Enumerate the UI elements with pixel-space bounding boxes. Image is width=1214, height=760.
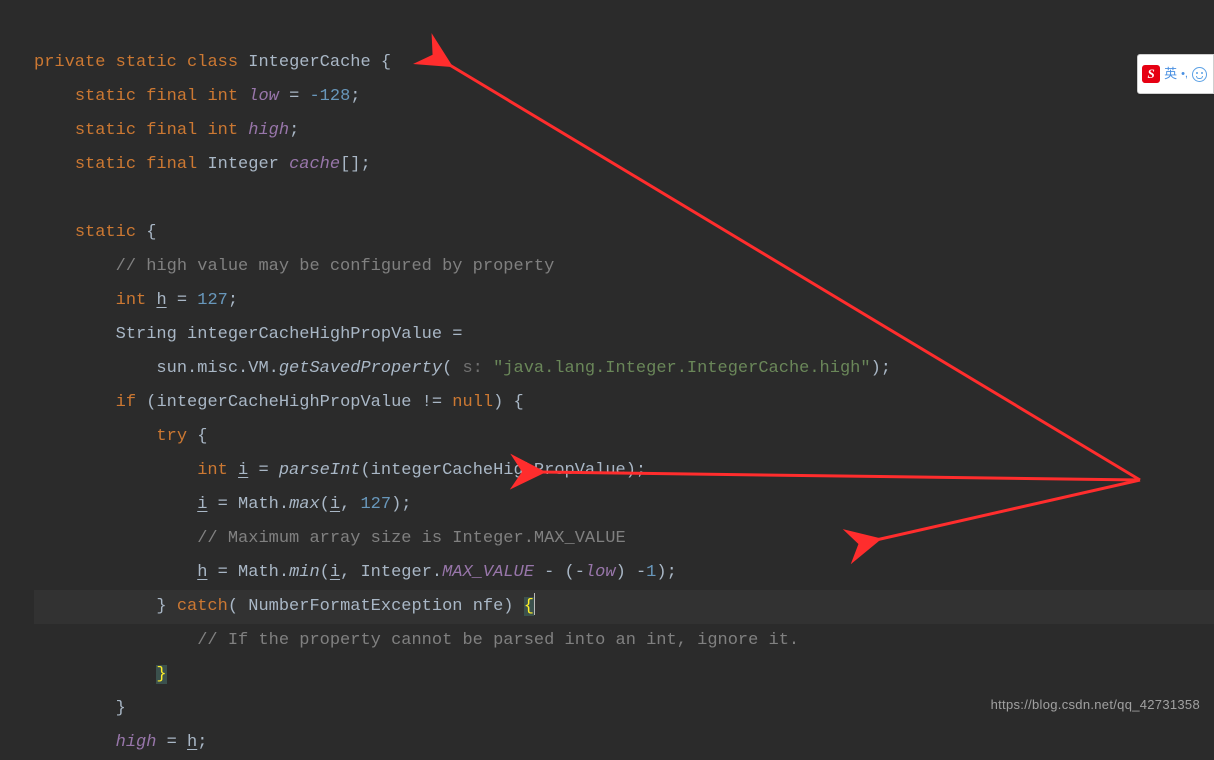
code-line: h = Math.min(i, Integer.MAX_VALUE - (-lo… — [34, 563, 677, 582]
code-line: if (integerCacheHighPropValue != null) { — [34, 393, 524, 412]
code-line: // high value may be configured by prope… — [34, 257, 554, 276]
code-line: // Maximum array size is Integer.MAX_VAL… — [34, 529, 626, 548]
code-line — [34, 189, 44, 208]
code-line-active: } catch( NumberFormatException nfe) { — [34, 590, 1214, 624]
code-line: static { — [34, 223, 156, 242]
ime-punct-indicator[interactable]: •, — [1181, 57, 1188, 91]
ime-toolbar[interactable]: S 英 •, — [1137, 54, 1214, 94]
code-editor[interactable]: private static class IntegerCache { stat… — [0, 0, 1214, 760]
code-line: } — [34, 665, 167, 684]
text-caret — [534, 593, 535, 615]
code-line: String integerCacheHighPropValue = — [34, 325, 463, 344]
code-line: private static class IntegerCache { — [34, 53, 391, 72]
code-line: int i = parseInt(integerCacheHighPropVal… — [34, 461, 646, 480]
ime-language-indicator[interactable]: 英 — [1164, 57, 1177, 91]
code-line: static final int low = -128; — [34, 87, 361, 106]
code-line: static final int high; — [34, 121, 299, 140]
code-line: high = h; — [34, 733, 207, 752]
code-line: static final Integer cache[]; — [34, 155, 371, 174]
watermark-text: https://blog.csdn.net/qq_42731358 — [991, 688, 1200, 722]
code-line: } — [34, 699, 126, 718]
ime-logo-icon: S — [1142, 65, 1160, 83]
ime-emoji-icon[interactable] — [1192, 67, 1207, 82]
code-line: i = Math.max(i, 127); — [34, 495, 412, 514]
code-line: try { — [34, 427, 207, 446]
code-line: int h = 127; — [34, 291, 238, 310]
code-line: sun.misc.VM.getSavedProperty( s: "java.l… — [34, 359, 891, 378]
code-line: // If the property cannot be parsed into… — [34, 631, 799, 650]
